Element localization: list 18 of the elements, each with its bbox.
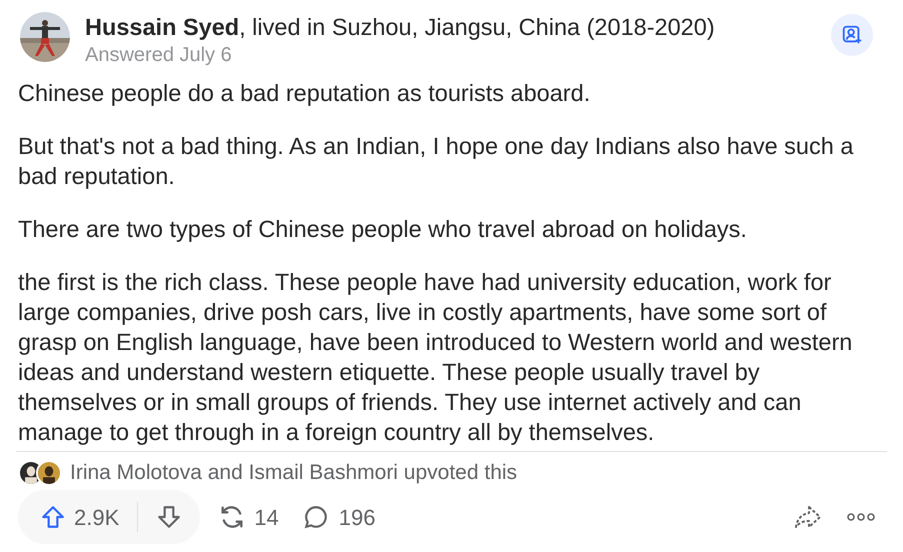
forward-arrow-icon (793, 504, 823, 530)
more-button[interactable] (847, 512, 875, 522)
comment-button[interactable]: 196 (302, 500, 376, 534)
follow-button[interactable] (831, 14, 873, 56)
answer-paragraph: There are two types of Chinese people who travel abroad on holidays. (18, 215, 748, 244)
upvote-arrow-icon (40, 504, 66, 530)
answer-date: Answered July 6 (85, 43, 233, 68)
answer-paragraph: Chinese people do a bad reputation as tourists aboard. (18, 79, 592, 108)
forward-button[interactable] (793, 504, 823, 530)
more-dots-icon (847, 512, 875, 522)
person-add-icon (841, 24, 863, 46)
share-button[interactable]: 14 (218, 500, 279, 534)
author-byline: Hussain Syed, lived in Suzhou, Jiangsu, China (2018-2020) (85, 13, 716, 42)
speech-bubble-icon (302, 504, 329, 530)
answer-paragraph: But that's not a bad thing. As an Indian, I hope one day Indians also have such a bad reputation. (18, 132, 854, 191)
upvoters-text: Irina Molotova and Ismail Bashmori upvoted this (70, 460, 518, 486)
downvote-arrow-icon (156, 504, 182, 530)
answer-paragraph: the first is the rich class. These people have had university education, work for large companies, drive posh cars, live in costly apartments, have some sort of grasp on English language, have been introduced to Western world and western ideas and understand western etiquette. These people usually travel by themselves or in small groups of friends. They use internet actively and can manage to get through in a foreign country all by themselves. (18, 268, 854, 447)
